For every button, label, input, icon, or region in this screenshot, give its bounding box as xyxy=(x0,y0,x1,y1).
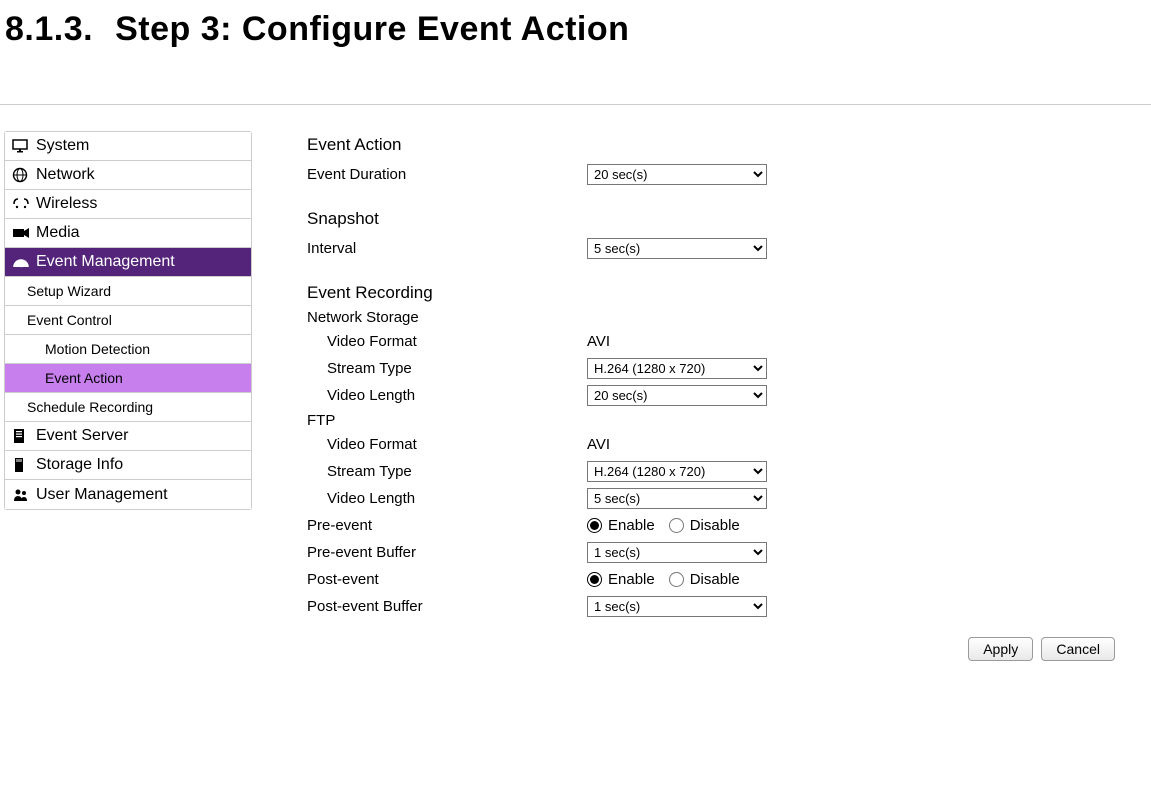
server-icon xyxy=(12,428,36,444)
subhead-network-storage: Network Storage xyxy=(307,309,1115,326)
sidebar-item-event-action[interactable]: Event Action xyxy=(5,364,251,393)
label-ns-video-length: Video Length xyxy=(307,387,587,404)
select-ns-video-length[interactable]: 20 sec(s) xyxy=(587,385,767,406)
apply-button[interactable]: Apply xyxy=(968,637,1033,661)
radio-post-event-disable[interactable] xyxy=(669,572,684,587)
radio-label-disable: Disable xyxy=(690,571,740,588)
sidebar-item-system[interactable]: System xyxy=(5,132,251,161)
radio-label-enable: Enable xyxy=(608,517,655,534)
gauge-icon xyxy=(12,255,36,269)
label-post-event-buffer: Post-event Buffer xyxy=(307,598,587,615)
heading-number: 8.1.3. xyxy=(5,10,93,48)
sidebar-item-label: Event Control xyxy=(27,312,112,328)
sidebar-item-label: Schedule Recording xyxy=(27,399,153,415)
sidebar-item-label: User Management xyxy=(36,486,168,504)
label-ns-video-format: Video Format xyxy=(307,333,587,350)
sidebar-item-setup-wizard[interactable]: Setup Wizard xyxy=(5,277,251,306)
sidebar-item-event-control[interactable]: Event Control xyxy=(5,306,251,335)
sidebar-item-schedule-recording[interactable]: Schedule Recording xyxy=(5,393,251,422)
sidebar-item-label: Wireless xyxy=(36,195,97,213)
sidebar-item-storage-info[interactable]: Storage Info xyxy=(5,451,251,480)
select-ns-stream-type[interactable]: H.264 (1280 x 720) xyxy=(587,358,767,379)
page-heading: 8.1.3. Step 3: Configure Event Action xyxy=(5,10,1151,49)
radio-pre-event-disable[interactable] xyxy=(669,518,684,533)
select-interval[interactable]: 5 sec(s) xyxy=(587,238,767,259)
select-ftp-stream-type[interactable]: H.264 (1280 x 720) xyxy=(587,461,767,482)
monitor-icon xyxy=(12,139,36,153)
radio-label-disable: Disable xyxy=(690,517,740,534)
radio-pre-event-enable[interactable] xyxy=(587,518,602,533)
radio-post-event-enable[interactable] xyxy=(587,572,602,587)
select-pre-event-buffer[interactable]: 1 sec(s) xyxy=(587,542,767,563)
main-panel: Event Action Event Duration 20 sec(s) Sn… xyxy=(252,125,1115,661)
sidebar-item-wireless[interactable]: Wireless xyxy=(5,190,251,219)
sidebar-item-network[interactable]: Network xyxy=(5,161,251,190)
wifi-icon xyxy=(12,197,36,211)
sidebar-item-label: Event Management xyxy=(36,253,175,271)
sidebar: System Network Wireless Media xyxy=(4,131,252,510)
label-interval: Interval xyxy=(307,240,587,257)
radio-label-enable: Enable xyxy=(608,571,655,588)
camera-icon xyxy=(12,227,36,239)
sidebar-item-label: Network xyxy=(36,166,95,184)
label-event-duration: Event Duration xyxy=(307,166,587,183)
label-post-event: Post-event xyxy=(307,571,587,588)
sidebar-item-label: Storage Info xyxy=(36,456,123,474)
sidebar-item-label: Event Server xyxy=(36,427,128,445)
sidebar-item-label: Media xyxy=(36,224,80,242)
label-ftp-video-length: Video Length xyxy=(307,490,587,507)
cancel-button[interactable]: Cancel xyxy=(1041,637,1115,661)
sidebar-item-user-management[interactable]: User Management xyxy=(5,480,251,509)
sidebar-item-media[interactable]: Media xyxy=(5,219,251,248)
label-ftp-stream-type: Stream Type xyxy=(307,463,587,480)
button-bar: Apply Cancel xyxy=(307,637,1115,661)
label-pre-event-buffer: Pre-event Buffer xyxy=(307,544,587,561)
select-ftp-video-length[interactable]: 5 sec(s) xyxy=(587,488,767,509)
subhead-ftp: FTP xyxy=(307,412,1115,429)
globe-icon xyxy=(12,167,36,183)
select-event-duration[interactable]: 20 sec(s) xyxy=(587,164,767,185)
sidebar-item-event-management[interactable]: Event Management xyxy=(5,248,251,277)
select-post-event-buffer[interactable]: 1 sec(s) xyxy=(587,596,767,617)
sidebar-item-label: Motion Detection xyxy=(45,341,150,357)
value-ns-video-format: AVI xyxy=(587,333,610,350)
section-event-recording: Event Recording xyxy=(307,283,1115,303)
sidebar-item-label: Setup Wizard xyxy=(27,283,111,299)
sidebar-item-label: System xyxy=(36,137,89,155)
label-pre-event: Pre-event xyxy=(307,517,587,534)
value-ftp-video-format: AVI xyxy=(587,436,610,453)
heading-title: Step 3: Configure Event Action xyxy=(115,10,629,48)
sidebar-item-label: Event Action xyxy=(45,370,123,386)
sidebar-item-motion-detection[interactable]: Motion Detection xyxy=(5,335,251,364)
label-ftp-video-format: Video Format xyxy=(307,436,587,453)
section-snapshot: Snapshot xyxy=(307,209,1115,229)
label-ns-stream-type: Stream Type xyxy=(307,360,587,377)
sd-card-icon xyxy=(12,457,36,473)
users-icon xyxy=(12,488,36,502)
section-event-action: Event Action xyxy=(307,135,1115,155)
sidebar-item-event-server[interactable]: Event Server xyxy=(5,422,251,451)
